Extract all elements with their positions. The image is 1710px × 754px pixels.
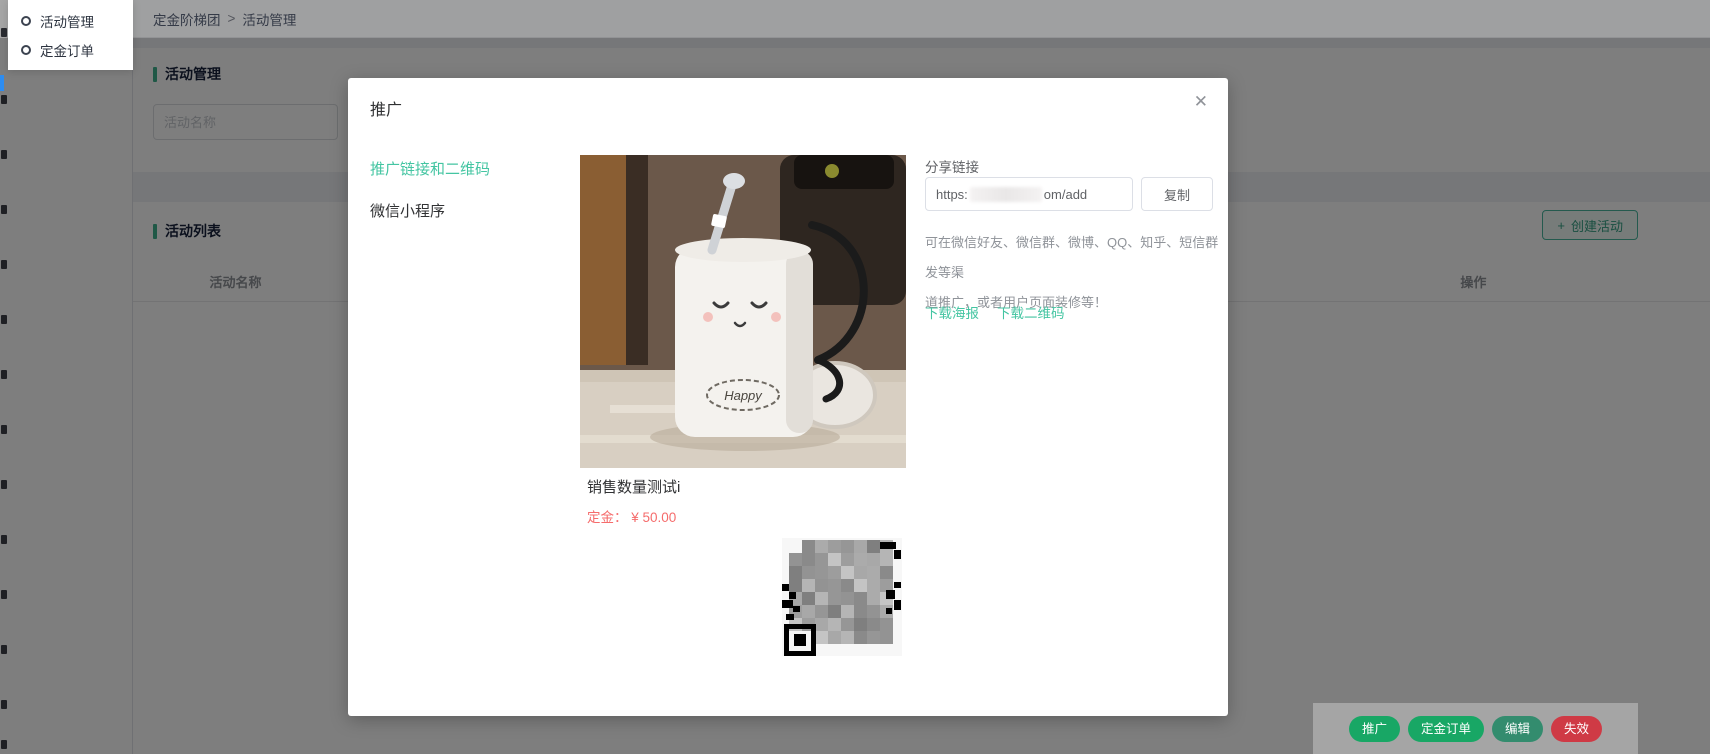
close-icon[interactable]: ✕	[1194, 92, 1208, 112]
modal-title: 推广	[370, 96, 402, 120]
qr-code	[782, 538, 902, 656]
invalidate-button[interactable]: 失效	[1551, 716, 1602, 742]
orders-button[interactable]: 定金订单	[1408, 716, 1484, 742]
promotion-modal: 推广 ✕ 推广链接和二维码 微信小程序	[348, 78, 1228, 716]
popup-menu-item-label: 定金订单	[40, 40, 94, 60]
popup-menu-item-deposit-orders[interactable]: 定金订单	[8, 35, 133, 64]
product-photo: Happy	[580, 155, 906, 468]
share-link-start: https:	[936, 187, 968, 202]
share-link-label: 分享链接	[925, 156, 979, 176]
popup-menu-item-activities[interactable]: 活动管理	[8, 6, 133, 35]
download-poster-link[interactable]: 下载海报	[925, 302, 979, 322]
censored-link-segment	[970, 187, 1042, 202]
mug-text: Happy	[724, 388, 763, 403]
share-link-end: om/add	[1044, 187, 1087, 202]
radio-icon	[21, 16, 31, 26]
product-price: 定金： ¥ 50.00	[587, 506, 676, 526]
highlighted-row-actions: 推广定金订单编辑失效	[1313, 703, 1638, 754]
price-value: ¥ 50.00	[631, 510, 676, 525]
radio-icon	[21, 45, 31, 55]
copy-button[interactable]: 复制	[1141, 177, 1213, 211]
promote-button[interactable]: 推广	[1349, 716, 1400, 742]
share-link-input[interactable]: https: om/add	[925, 177, 1133, 211]
clipped-blue-marker	[0, 75, 4, 91]
popup-menu-item-label: 活动管理	[40, 11, 94, 31]
download-qr-link[interactable]: 下载二维码	[997, 302, 1065, 322]
price-label: 定金：	[587, 510, 628, 525]
product-name: 销售数量测试i	[587, 476, 680, 497]
tab-wechat-miniprogram[interactable]: 微信小程序	[370, 200, 445, 221]
tab-promo-link-qr[interactable]: 推广链接和二维码	[370, 158, 490, 179]
sidebar-popup-menu: 活动管理定金订单	[8, 0, 133, 70]
edit-button[interactable]: 编辑	[1492, 716, 1543, 742]
